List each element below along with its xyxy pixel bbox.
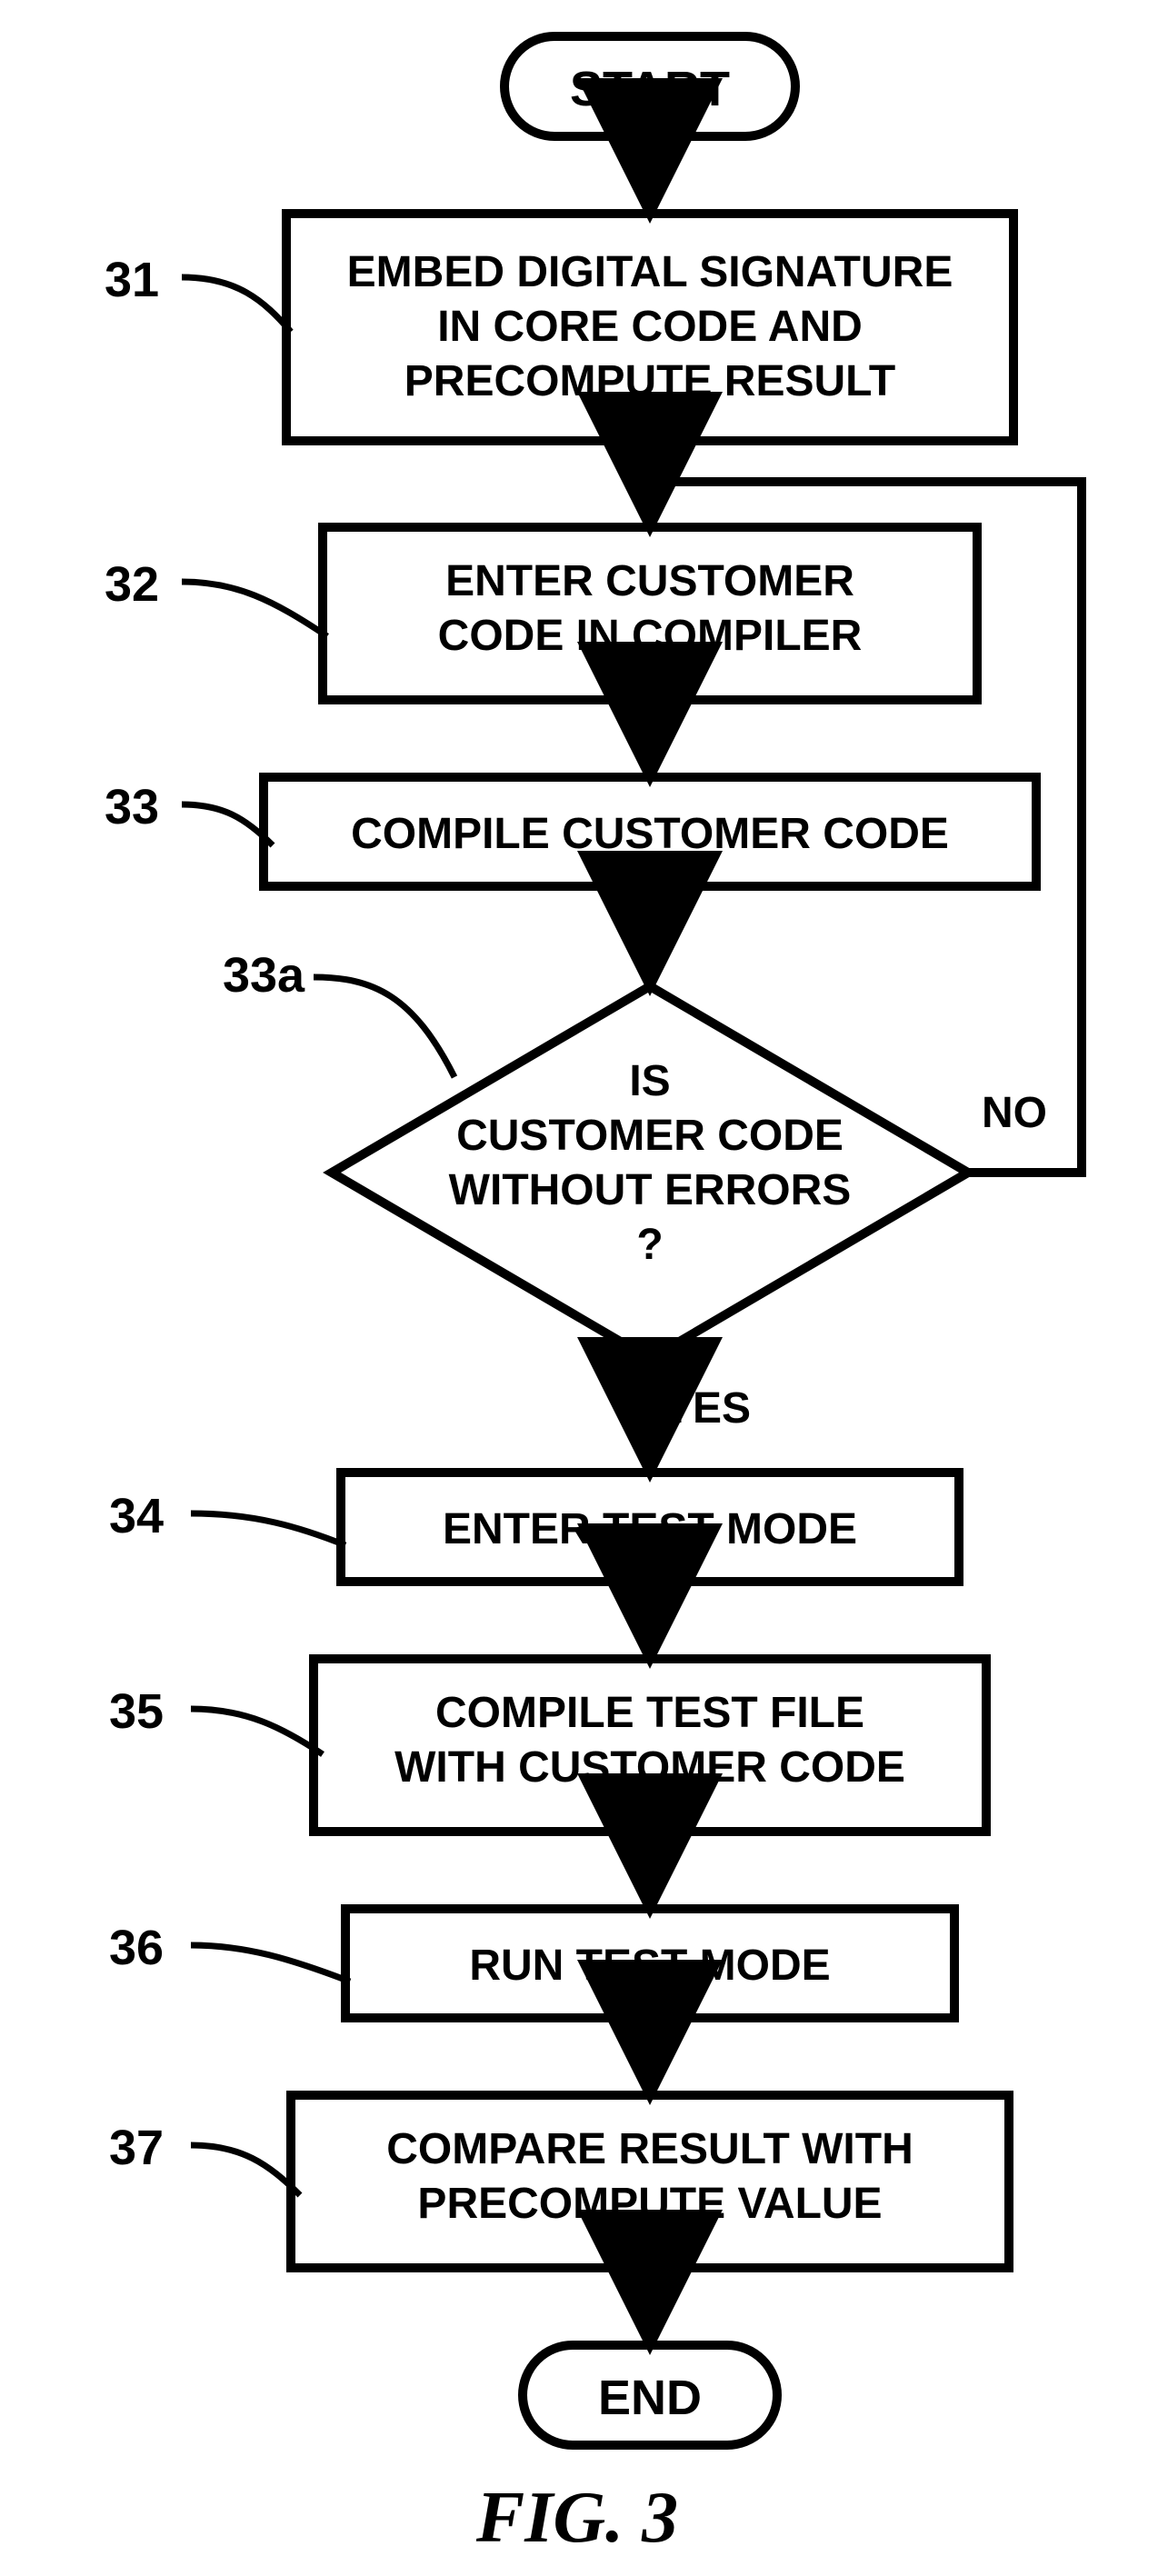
ref-33a: 33a: [205, 945, 323, 1007]
edge-yes: YES: [664, 1382, 773, 1436]
ref-36: 36: [91, 1918, 182, 1980]
box-34-text: ENTER TEST MODE: [341, 1503, 959, 1557]
ref-32: 32: [86, 554, 177, 616]
ref-33: 33: [86, 777, 177, 839]
ref-35: 35: [91, 1682, 182, 1743]
flowchart-canvas: START EMBED DIGITAL SIGNATURE IN CORE CO…: [0, 0, 1158, 2576]
ref-31: 31: [86, 250, 177, 312]
figure-label: FIG. 3: [382, 2472, 773, 2563]
box-31-text: EMBED DIGITAL SIGNATURE IN CORE CODE AND…: [286, 245, 1013, 409]
end-terminal: END: [523, 2368, 777, 2430]
start-terminal: START: [504, 59, 795, 121]
ref-37: 37: [91, 2118, 182, 2180]
box-32-text: ENTER CUSTOMER CODE IN COMPILER: [323, 554, 977, 664]
box-35-text: COMPILE TEST FILE WITH CUSTOMER CODE: [314, 1686, 986, 1795]
box-33-text: COMPILE CUSTOMER CODE: [264, 807, 1036, 862]
box-37-text: COMPARE RESULT WITH PRECOMPUTE VALUE: [291, 2122, 1009, 2232]
ref-34: 34: [91, 1486, 182, 1548]
decision-text: IS CUSTOMER CODE WITHOUT ERRORS ?: [377, 1054, 923, 1273]
box-36-text: RUN TEST MODE: [345, 1939, 954, 1993]
edge-no: NO: [982, 1086, 1073, 1141]
